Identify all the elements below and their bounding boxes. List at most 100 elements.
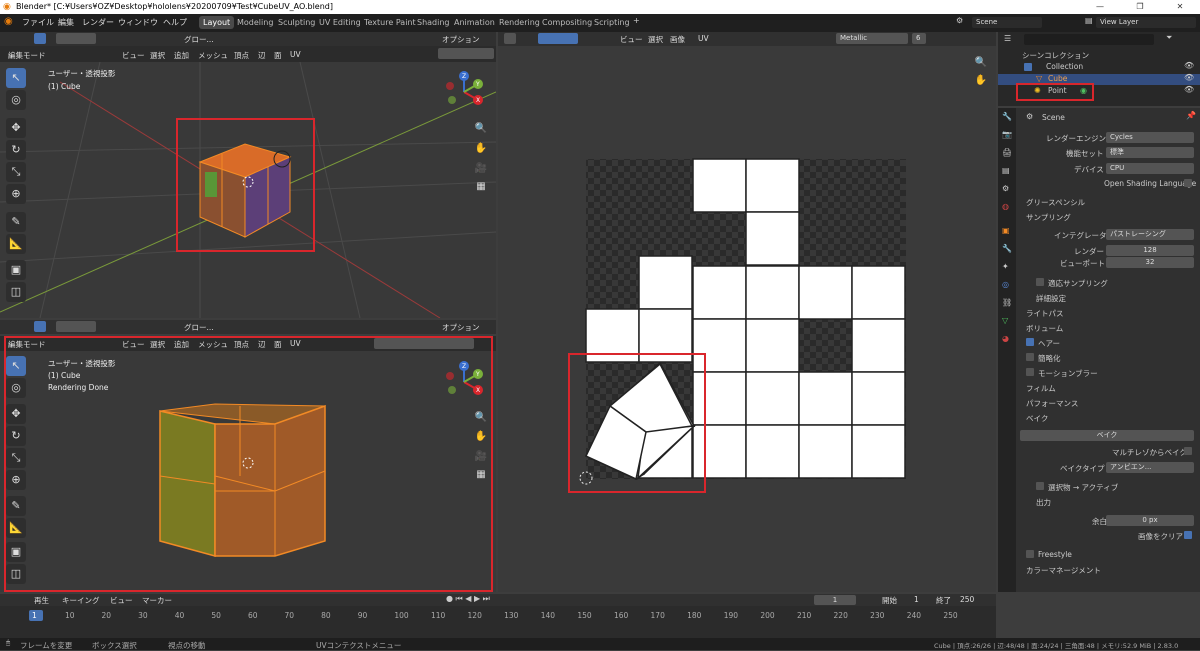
tab-animation[interactable]: Animation [450,16,499,29]
uv-pan-hand-icon[interactable]: ✋ [974,74,988,88]
physics-tab-icon[interactable]: ◎ [1002,280,1009,289]
scene-tab-icon[interactable]: ⚙ [1002,184,1009,193]
freestyle-panel[interactable]: Freestyle [1038,550,1072,559]
uv-menu-select[interactable]: 選択 [648,34,663,45]
minimize-button[interactable]: — [1080,0,1120,14]
current-frame-field[interactable]: 1 [814,595,856,605]
uv-editor[interactable]: 🔍 ✋ [498,46,996,592]
frame-end-value[interactable]: 250 [960,595,974,604]
menu-mesh[interactable]: メッシュ [198,50,228,61]
uv-menu-view[interactable]: ビュー [620,34,643,45]
render-tab-icon[interactable]: 📷 [1002,130,1012,139]
filter-icon[interactable]: ⏷ [1166,33,1172,43]
timeline-menu-marker[interactable]: マーカー [142,595,172,606]
extrude-tool-icon[interactable]: ◫ [6,282,26,302]
constraints-tab-icon[interactable]: ⛓ [1002,298,1012,307]
hair-panel[interactable]: ヘアー [1038,338,1060,349]
selection-mode-icon[interactable] [56,33,96,44]
eye-icon[interactable]: 👁 [1184,61,1194,70]
uv-zoom-icon[interactable]: 🔍 [974,56,988,70]
select-tool-icon[interactable]: ↖ [6,68,26,88]
menu-add[interactable]: 追加 [174,50,189,61]
viewport-top[interactable]: ユーザー・透視投影 (1) Cube ↖ ◎ ✥ ↻ ⤡ ⊕ ✎ 📐 ▣ ◫ Z… [0,62,496,318]
zoom-icon[interactable]: 🔍 [474,122,488,136]
add-cube-tool-icon[interactable]: ▣ [6,260,26,280]
rotate-tool-icon[interactable]: ↻ [6,140,26,160]
view-layer-selector[interactable]: View Layer [1096,17,1196,28]
measure-tool-icon[interactable]: 📐 [6,234,26,254]
motion-blur-panel[interactable]: モーションブラー [1038,368,1098,379]
outliner-search[interactable] [1024,34,1154,45]
particles-tab-icon[interactable]: ✦ [1002,262,1009,271]
osl-checkbox[interactable] [1184,179,1192,187]
data-tab-icon[interactable]: ▽ [1002,316,1008,325]
render-samples-field[interactable]: 128 [1106,245,1194,256]
select-mode-icon-2[interactable] [34,321,46,332]
menu-window[interactable]: ウィンドウ [118,17,158,28]
menu-edit[interactable]: 編集 [58,17,74,28]
scale-tool-icon[interactable]: ⤡ [6,162,26,182]
eye-icon-cube[interactable]: 👁 [1184,73,1194,82]
grease-pencil-panel[interactable]: グリースペンシル [1026,197,1085,208]
options-menu-2[interactable]: オプション [442,322,480,333]
selection-mode-icon-2[interactable] [56,321,96,332]
tab-compositing[interactable]: Compositing [538,16,596,29]
uv-editor-type-icon[interactable] [504,33,516,44]
modifier-tab-icon[interactable]: 🔧 [1002,244,1012,253]
timeline-menu-view[interactable]: ビュー [110,595,133,606]
uv-select-mode-icon[interactable] [538,33,578,44]
outliner-root[interactable]: シーンコレクション [1022,50,1089,61]
menu-view[interactable]: ビュー [122,50,145,61]
maximize-button[interactable]: ❐ [1120,0,1160,14]
output-panel[interactable]: 出力 [1036,497,1051,508]
multires-checkbox[interactable] [1184,447,1192,455]
menu-face[interactable]: 面 [274,50,282,61]
tab-modeling[interactable]: Modeling [233,16,277,29]
device-select[interactable]: CPU [1106,163,1194,174]
timeline-menu-playback[interactable]: 再生 [34,595,49,606]
sampling-panel[interactable]: サンプリング [1026,212,1071,223]
selected-to-active-checkbox[interactable] [1036,482,1044,490]
view-layer-tab-icon[interactable]: ▤ [1002,166,1010,175]
close-button[interactable]: ✕ [1160,0,1200,14]
pan-hand-icon[interactable]: ✋ [474,142,488,156]
camera-icon[interactable]: 🎥 [474,162,488,176]
outliner-row-collection[interactable]: Collection 👁 [998,61,1200,73]
color-management-panel[interactable]: カラーマネージメント [1026,565,1101,576]
simplify-panel[interactable]: 簡略化 [1038,353,1061,364]
scene-selector[interactable]: Scene [972,17,1042,28]
clear-image-checkbox[interactable] [1184,531,1192,539]
tab-uv-editing[interactable]: UV Editing [315,16,365,29]
bake-panel[interactable]: ベイク [1026,413,1048,424]
playback-controls-icon[interactable]: ● ⏮ ◀ ▶ ⏭ [446,594,490,604]
bake-type-select[interactable]: アンビエン... [1106,462,1194,473]
tab-scripting[interactable]: Scripting [590,16,634,29]
performance-panel[interactable]: パフォーマンス [1026,398,1078,409]
bake-button[interactable]: ベイク [1020,430,1194,441]
collection-checkbox[interactable] [1024,63,1032,71]
tab-texture-paint[interactable]: Texture Paint [360,16,420,29]
pin-icon[interactable]: 📌 [1186,111,1196,120]
transform-tool-icon[interactable]: ⊕ [6,184,26,204]
material-tab-icon[interactable]: ◕ [1002,334,1009,343]
menu-render[interactable]: レンダー [82,17,114,28]
viewport-samples-field[interactable]: 32 [1106,257,1194,268]
output-tab-icon[interactable]: 🖨 [1002,148,1012,157]
advanced-panel[interactable]: 詳細設定 [1036,293,1066,304]
menu-uv[interactable]: UV [290,50,301,59]
world-tab-icon[interactable]: ◍ [1002,202,1009,211]
add-workspace-button[interactable]: + [633,16,640,25]
margin-field[interactable]: 0 px [1106,515,1194,526]
menu-edge[interactable]: 辺 [258,50,266,61]
tab-rendering[interactable]: Rendering [495,16,544,29]
menu-select[interactable]: 選択 [150,50,165,61]
cursor-tool-icon[interactable]: ◎ [6,90,26,110]
image-selector[interactable]: Metallic [836,33,908,44]
simplify-checkbox[interactable] [1026,353,1034,361]
render-engine-select[interactable]: Cycles [1106,132,1194,143]
menu-help[interactable]: ヘルプ [163,17,187,28]
selected-to-active-panel[interactable]: 選択物 → アクティブ [1048,482,1118,493]
options-menu[interactable]: オプション [442,34,480,45]
feature-set-select[interactable]: 標準 [1106,147,1194,158]
tool-tab-icon[interactable]: 🔧 [1002,112,1012,121]
